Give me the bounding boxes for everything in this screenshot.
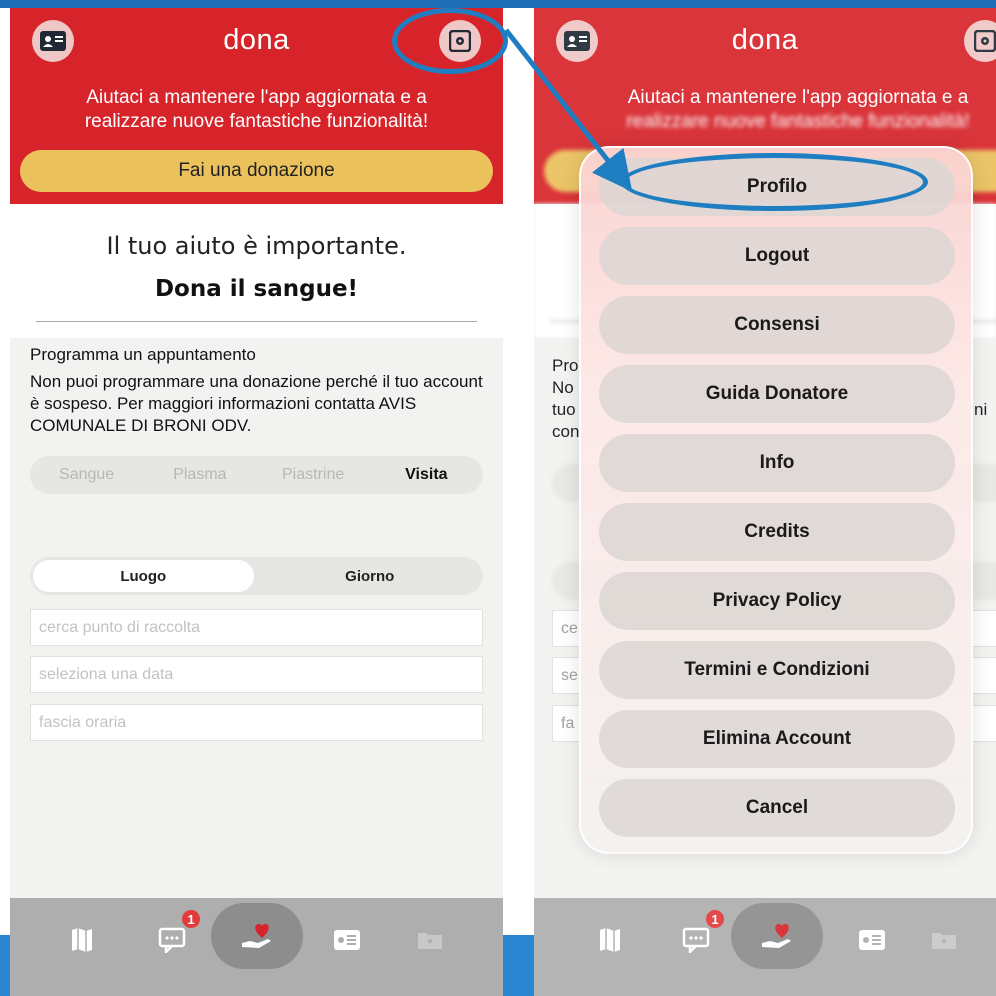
tab-messages[interactable]: 1 bbox=[152, 908, 202, 960]
donation-banner: Aiutaci a mantenere l'app aggiornata e a… bbox=[10, 86, 503, 134]
annotation-circle-profilo bbox=[621, 153, 928, 211]
menu-item-elimina-account[interactable]: Elimina Account bbox=[599, 710, 955, 768]
menu-item-privacy-policy[interactable]: Privacy Policy bbox=[599, 572, 955, 630]
hero-headline: Dona il sangue! bbox=[154, 276, 359, 302]
menu-item-termini[interactable]: Termini e Condizioni bbox=[599, 641, 955, 699]
schedule-title: Programma un appuntamento bbox=[30, 345, 256, 364]
schedule-section: Programma un appuntamento Non puoi progr… bbox=[10, 338, 503, 898]
tab-card[interactable] bbox=[327, 920, 367, 960]
tab-donate[interactable] bbox=[211, 903, 303, 969]
menu-item-info[interactable]: Info bbox=[599, 434, 955, 492]
hero-tagline: Il tuo aiuto è importante. bbox=[106, 232, 407, 260]
donation-type-selector: Sangue Plasma Piastrine Visita bbox=[30, 456, 483, 494]
settings-action-sheet: Profilo Logout Consensi Guida Donatore I… bbox=[579, 146, 973, 854]
type-plasma[interactable]: Plasma bbox=[143, 466, 256, 484]
donate-heart-icon bbox=[242, 924, 271, 948]
folder-icon bbox=[418, 933, 442, 949]
map-icon bbox=[72, 928, 92, 952]
tab-bar: 1 bbox=[10, 898, 503, 996]
banner-line2: realizzare nuove fantastiche funzionalit… bbox=[84, 111, 429, 132]
type-sangue[interactable]: Sangue bbox=[30, 466, 143, 484]
id-card-icon bbox=[334, 930, 360, 950]
menu-item-consensi[interactable]: Consensi bbox=[599, 296, 955, 354]
suspended-message: Non puoi programmare una donazione perch… bbox=[30, 372, 483, 435]
annotation-circle-settings bbox=[392, 8, 508, 74]
type-piastrine[interactable]: Piastrine bbox=[257, 466, 370, 484]
mode-luogo[interactable]: Luogo bbox=[33, 560, 254, 592]
banner-line1: Aiutaci a mantenere l'app aggiornata e a bbox=[86, 87, 427, 108]
chat-icon bbox=[158, 927, 186, 953]
menu-item-cancel[interactable]: Cancel bbox=[599, 779, 955, 837]
type-visita[interactable]: Visita bbox=[370, 466, 483, 484]
menu-item-guida-donatore[interactable]: Guida Donatore bbox=[599, 365, 955, 423]
tab-folder[interactable] bbox=[410, 920, 450, 960]
time-slot-input[interactable]: fascia oraria bbox=[30, 704, 483, 741]
tab-map[interactable] bbox=[62, 920, 102, 960]
divider bbox=[36, 321, 477, 322]
notification-badge: 1 bbox=[180, 908, 202, 930]
date-select-input[interactable]: seleziona una data bbox=[30, 656, 483, 693]
location-search-input[interactable]: cerca punto di raccolta bbox=[30, 609, 483, 646]
hero-section: Il tuo aiuto è importante. Dona il sangu… bbox=[10, 204, 503, 338]
mode-giorno[interactable]: Giorno bbox=[260, 560, 481, 592]
menu-item-logout[interactable]: Logout bbox=[599, 227, 955, 285]
search-mode-selector: Luogo Giorno bbox=[30, 557, 483, 595]
menu-item-credits[interactable]: Credits bbox=[599, 503, 955, 561]
background-strip bbox=[0, 0, 996, 8]
donate-button[interactable]: Fai una donazione bbox=[20, 150, 493, 192]
screen-main: dona Aiutaci a mantenere l'app aggiornat… bbox=[10, 8, 503, 996]
